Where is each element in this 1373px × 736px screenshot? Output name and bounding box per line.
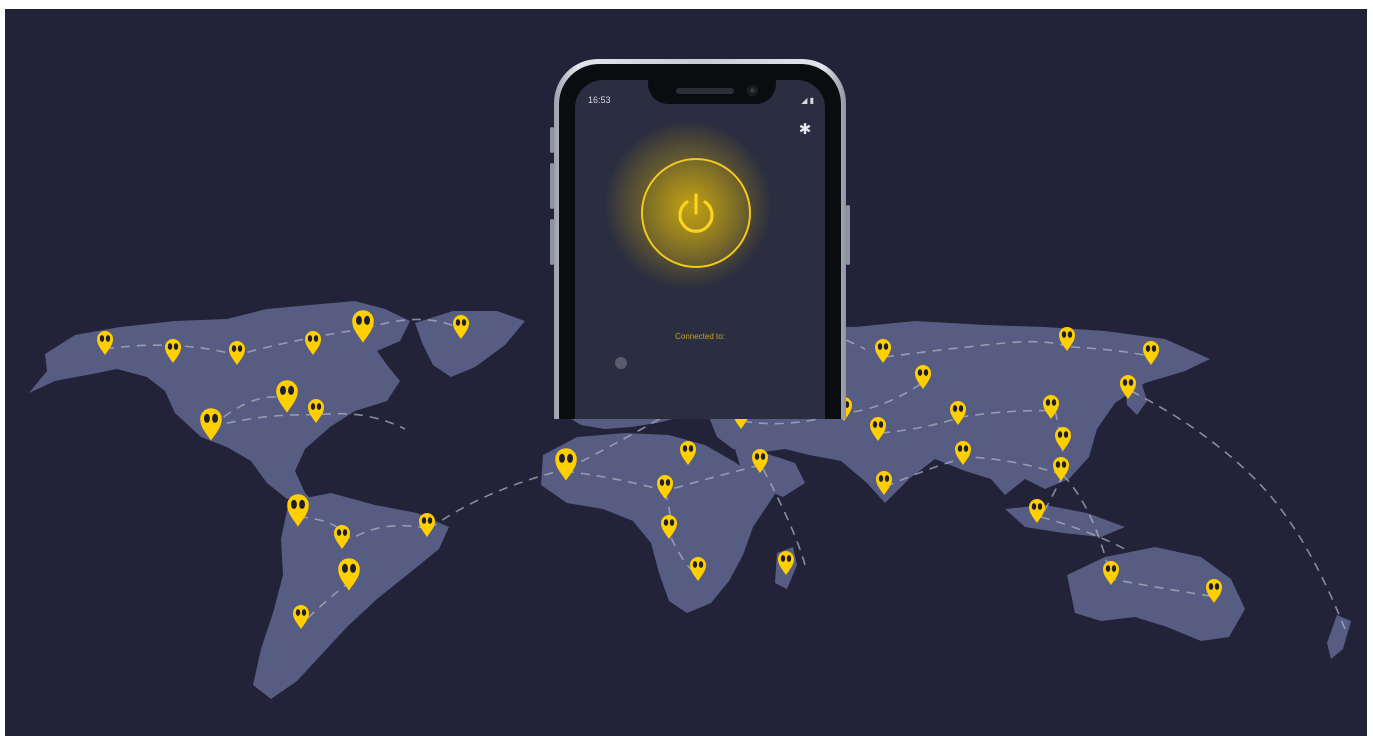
gear-icon[interactable]: ✱: [797, 122, 813, 138]
phone-volume-down: [550, 219, 554, 265]
north-america: [29, 301, 410, 499]
phone-notch: [648, 80, 776, 104]
phone-mockup: 16:53 ◢ ▮ ✱ Connected to:: [550, 59, 850, 419]
new-zealand: [1327, 615, 1351, 659]
server-flag-icon: [615, 357, 627, 369]
phone-power-button: [846, 205, 850, 265]
connection-status: Connected to:: [675, 332, 725, 341]
connect-button[interactable]: [641, 158, 751, 268]
speaker-grille: [676, 88, 734, 94]
signal-battery-icon: ◢ ▮: [801, 96, 814, 105]
phone-bezel: 16:53 ◢ ▮ ✱ Connected to:: [559, 64, 841, 419]
hero-banner: 16:53 ◢ ▮ ✱ Connected to:: [5, 9, 1367, 736]
front-camera: [747, 85, 758, 96]
status-time: 16:53: [588, 95, 611, 105]
phone-side-button: [550, 127, 554, 153]
power-icon: [678, 193, 714, 233]
phone-screen: 16:53 ◢ ▮ ✱ Connected to:: [575, 80, 825, 419]
indonesia: [1005, 505, 1125, 537]
phone-volume-up: [550, 163, 554, 209]
